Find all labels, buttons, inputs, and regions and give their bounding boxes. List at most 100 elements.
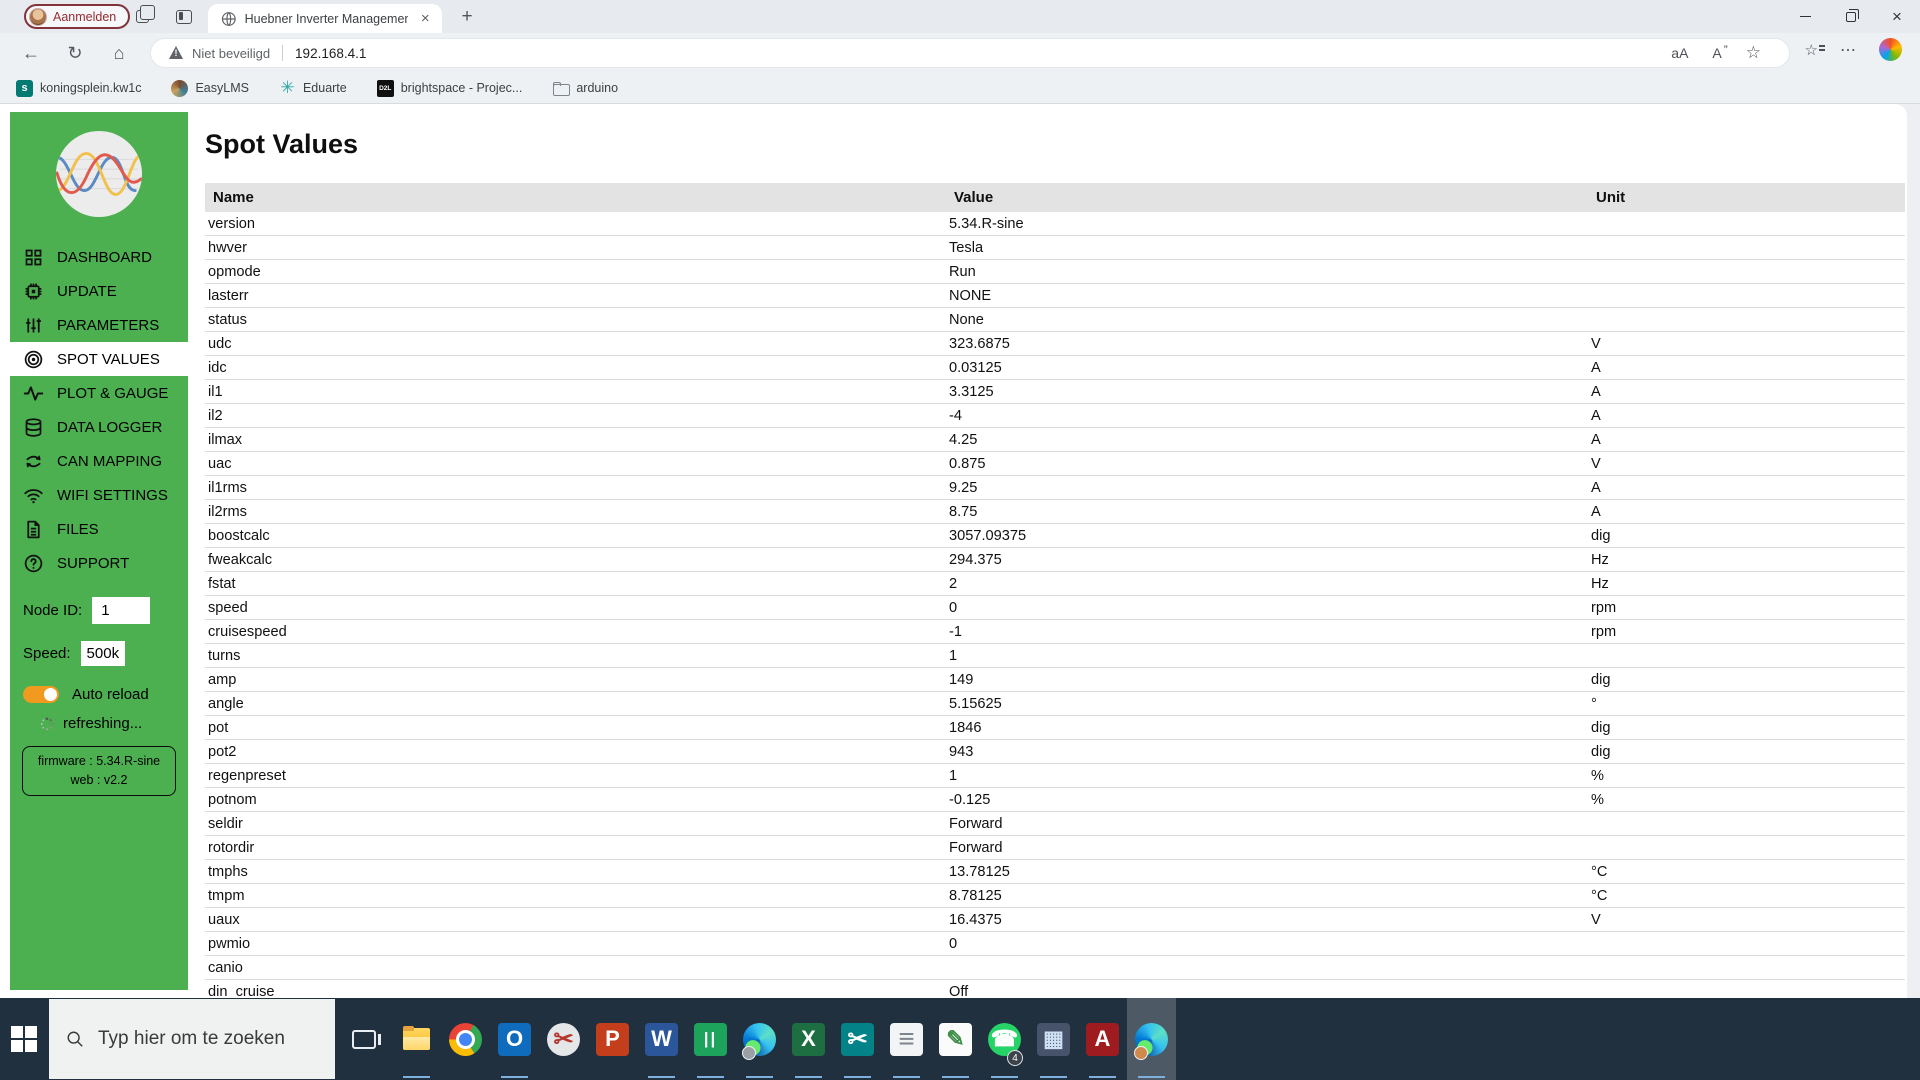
- divider: [282, 45, 284, 61]
- spot-name: il2rms: [208, 503, 247, 520]
- spot-value: NONE: [949, 287, 992, 304]
- taskbar-icon-notepad[interactable]: ≡: [882, 998, 931, 1080]
- sidebar-item-dashboard[interactable]: DASHBOARD: [10, 240, 188, 274]
- node-id-input[interactable]: [92, 597, 151, 624]
- database-icon: [25, 417, 42, 437]
- sidebar-item-update[interactable]: UPDATE: [10, 274, 188, 308]
- green-bars-app-glyph: ||: [703, 1029, 718, 1048]
- profile-signin-button[interactable]: Aanmelden: [24, 4, 131, 29]
- spot-name: idc: [208, 359, 227, 376]
- restore-button[interactable]: [1828, 0, 1874, 33]
- back-icon[interactable]: ←: [18, 41, 44, 67]
- spot-name: pwmio: [208, 935, 251, 952]
- browser-tab[interactable]: Huebner Inverter Management Co ×: [208, 4, 442, 33]
- sidebar-item-label: DASHBOARD: [57, 248, 153, 266]
- spot-value: 13.78125: [949, 863, 1010, 880]
- spot-name: boostcalc: [208, 527, 270, 544]
- taskbar-icon-journal[interactable]: ✎: [931, 998, 980, 1080]
- taskbar-icon-edge-active[interactable]: [1127, 998, 1176, 1080]
- close-button[interactable]: ×: [1874, 0, 1920, 33]
- taskbar-icon-green-bars-app[interactable]: ||: [686, 998, 735, 1080]
- dashboard-grid-icon: [25, 249, 42, 265]
- tab-close-icon[interactable]: ×: [416, 10, 434, 28]
- sidebar-item-support[interactable]: SUPPORT: [10, 546, 188, 580]
- whatsapp-glyph: ☎: [990, 1026, 1019, 1051]
- spot-value: None: [949, 311, 984, 328]
- favorite-star-icon[interactable]: ☆: [1746, 43, 1761, 63]
- table-row: il2 -4 A: [205, 404, 1905, 428]
- table-row: canio: [205, 956, 1905, 980]
- table-row: amp 149 dig: [205, 668, 1905, 692]
- spot-value: 1846: [949, 719, 982, 736]
- running-app-indicator: [1040, 1075, 1067, 1078]
- profile-avatar-overlay: [742, 1046, 756, 1060]
- taskbar-icon-file-explorer[interactable]: [392, 998, 441, 1080]
- snip-sketch-glyph: ✂: [553, 1025, 574, 1053]
- bookmark-favicon-icon: ✳: [280, 78, 295, 97]
- home-icon[interactable]: ⌂: [106, 41, 132, 67]
- spot-value: 1: [949, 767, 958, 784]
- acrobat-glyph: A: [1094, 1026, 1111, 1051]
- spot-value: Run: [949, 263, 976, 280]
- spot-name: udc: [208, 335, 232, 352]
- spot-value: 2: [949, 575, 958, 592]
- spot-name: tmphs: [208, 863, 248, 880]
- taskbar-icon-calculator[interactable]: ▦: [1029, 998, 1078, 1080]
- speed-select[interactable]: 500k: [80, 641, 125, 666]
- column-header-unit: Unit: [1596, 189, 1626, 206]
- table-row: status None: [205, 308, 1905, 332]
- windows-taskbar: Typ hier om te zoeken O ✂ P W || X ✂ ≡ ✎…: [0, 998, 1920, 1080]
- taskbar-search[interactable]: Typ hier om te zoeken: [49, 999, 335, 1079]
- bookmark-sharepoint[interactable]: s koningsplein.kw1c: [16, 79, 141, 97]
- taskbar-icon-snipping-tool[interactable]: ✂: [833, 998, 882, 1080]
- copilot-icon[interactable]: [1879, 38, 1902, 61]
- taskbar-icon-powerpoint[interactable]: P: [588, 998, 637, 1080]
- split-screen-icon[interactable]: [176, 6, 198, 28]
- taskbar-icon-outlook[interactable]: O: [490, 998, 539, 1080]
- spot-value: 323.6875: [949, 335, 1010, 352]
- inverter-logo-icon: [55, 130, 143, 218]
- profile-avatar: [29, 7, 47, 26]
- running-app-indicator: [1138, 1075, 1165, 1078]
- sidebar-item-spot-values[interactable]: SPOT VALUES: [10, 342, 188, 376]
- task-view-button[interactable]: [340, 998, 388, 1080]
- spot-unit: A: [1591, 431, 1601, 448]
- taskbar-icon-acrobat[interactable]: A: [1078, 998, 1127, 1080]
- browser-toolbar: ← ↻ ⌂ Niet beveiligd 192.168.4.1 aA A ☆ …: [0, 33, 1920, 73]
- taskbar-icon-edge-profile[interactable]: [735, 998, 784, 1080]
- taskbar-icon-chrome[interactable]: [441, 998, 490, 1080]
- spot-value: 1: [949, 647, 958, 664]
- taskbar-icon-excel[interactable]: X: [784, 998, 833, 1080]
- sidebar-item-plot-gauge[interactable]: PLOT & GAUGE: [10, 376, 188, 410]
- sidebar-item-can-mapping[interactable]: CAN MAPPING: [10, 444, 188, 478]
- new-tab-button[interactable]: +: [455, 5, 479, 29]
- address-bar[interactable]: Niet beveiligd 192.168.4.1 aA A ☆: [150, 38, 1790, 68]
- sidebar-item-data-logger[interactable]: DATA LOGGER: [10, 410, 188, 444]
- collections-icon[interactable]: [134, 5, 156, 28]
- settings-more-icon[interactable]: ⋯: [1840, 40, 1857, 60]
- auto-reload-toggle[interactable]: [23, 686, 59, 703]
- favorites-hub-icon[interactable]: ☆: [1805, 41, 1826, 59]
- spot-unit: dig: [1591, 671, 1611, 688]
- start-button[interactable]: [0, 998, 48, 1080]
- sidebar-item-files[interactable]: FILES: [10, 512, 188, 546]
- bookmark-folder[interactable]: arduino: [552, 80, 618, 97]
- sidebar-item-label: FILES: [57, 520, 99, 538]
- bookmark-eduarte[interactable]: ✳ Eduarte: [279, 78, 346, 97]
- refresh-icon[interactable]: ↻: [62, 41, 88, 67]
- bookmark-easylms[interactable]: EasyLMS: [171, 79, 249, 97]
- spot-value: Tesla: [949, 239, 984, 256]
- bookmark-d2l[interactable]: D2L brightspace - Projec...: [376, 79, 522, 97]
- running-app-indicator: [501, 1075, 528, 1078]
- running-app-indicator: [403, 1075, 430, 1078]
- table-row: uaux 16.4375 V: [205, 908, 1905, 932]
- read-aloud-icon[interactable]: A: [1712, 43, 1728, 61]
- translate-icon[interactable]: aA: [1671, 45, 1688, 61]
- taskbar-icon-whatsapp[interactable]: ☎ 4: [980, 998, 1029, 1080]
- sidebar-item-parameters[interactable]: PARAMETERS: [10, 308, 188, 342]
- powerpoint-glyph: P: [605, 1026, 620, 1051]
- taskbar-icon-snip-sketch[interactable]: ✂: [539, 998, 588, 1080]
- minimize-button[interactable]: [1782, 0, 1828, 33]
- taskbar-icon-word[interactable]: W: [637, 998, 686, 1080]
- sidebar-item-wifi-settings[interactable]: WIFI SETTINGS: [10, 478, 188, 512]
